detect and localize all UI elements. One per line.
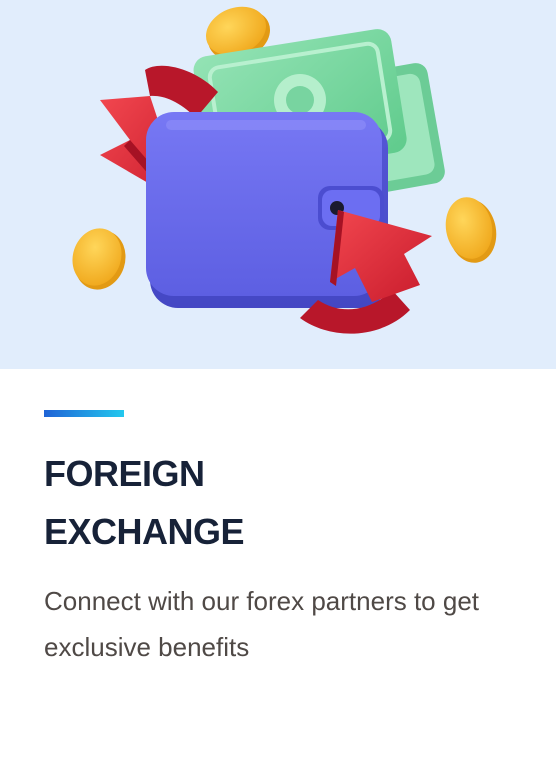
card-title-line: FOREIGN <box>44 453 205 494</box>
coin-icon <box>445 197 497 263</box>
coin-icon <box>72 228 126 290</box>
card-description: Connect with our forex partners to get e… <box>44 586 480 662</box>
card-title-line: EXCHANGE <box>44 511 245 552</box>
accent-bar <box>44 410 124 417</box>
card-title: FOREIGN EXCHANGE <box>44 445 504 561</box>
wallet-icon <box>146 112 388 308</box>
hero-illustration <box>0 0 556 369</box>
forex-card[interactable]: FOREIGN EXCHANGE Connect with our forex … <box>0 0 556 764</box>
